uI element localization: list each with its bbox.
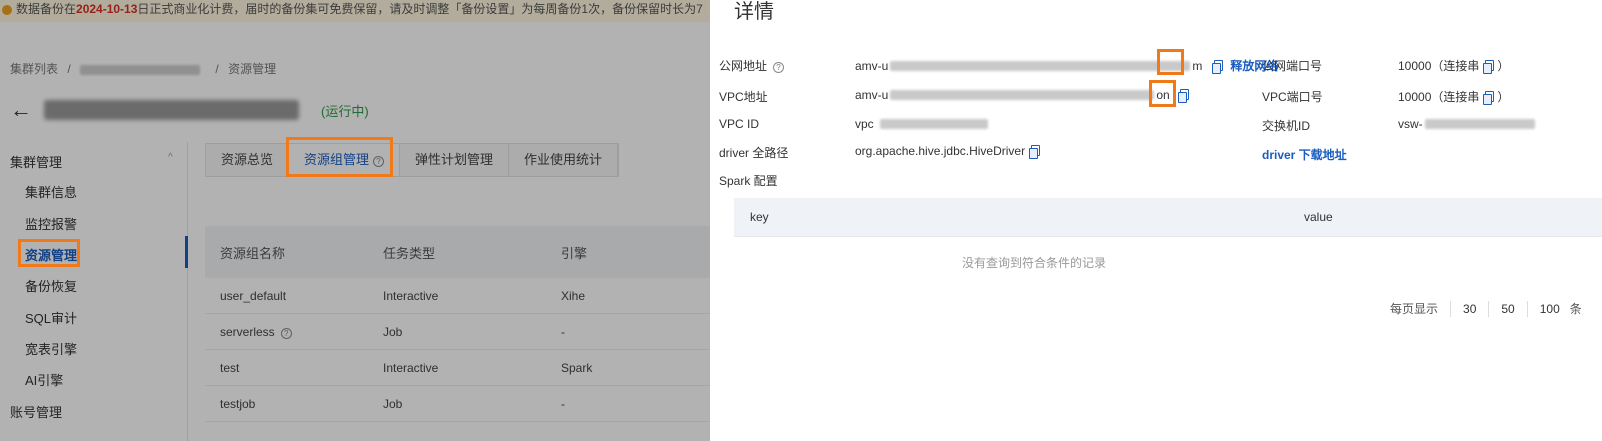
public-address-label: 公网地址? [719,57,785,74]
copy-icon[interactable] [1177,89,1189,103]
driver-path-label: driver 全路径 [719,146,789,160]
highlight-box-sidebar [18,239,80,267]
empty-state: 没有查询到符合条件的记录 [734,236,1602,288]
public-port-label: 公网端口号 [1262,59,1323,73]
public-port-value: 10000（连接串 ） [1398,57,1509,74]
copy-icon[interactable] [1483,59,1495,74]
driver-class: org.apache.hive.jdbc.HiveDriver [855,144,1026,158]
page-size-unit: 条 [1569,302,1582,316]
address-prefix: amv-u [855,88,889,102]
label-text: 公网地址 [719,59,768,73]
page-size-50[interactable]: 50 [1501,302,1514,316]
modal-overlay[interactable] [0,0,710,441]
background-page: 数据备份在2024-10-13日正式商业化计费，届时的备份集可免费保留，请及时调… [0,0,710,441]
port-text: 10000（连接串 [1398,90,1480,104]
vswitch-id-value: vsw- [1398,117,1537,131]
divider [1526,300,1528,317]
copy-icon[interactable] [1029,145,1041,159]
highlight-box-public-copy [1157,49,1184,75]
spark-config-label: Spark 配置 [719,174,778,188]
vpc-id-value: vpc [855,117,990,131]
driver-download-link[interactable]: driver 下载地址 [1262,146,1347,163]
vpc-address-value: amv-u on [855,88,1189,103]
copy-icon[interactable] [1483,90,1495,105]
help-icon[interactable]: ? [773,62,785,73]
highlight-box-vpc-copy [1149,80,1176,107]
table-header: key value [734,198,1602,236]
address-redacted [890,60,1191,71]
column-header-key: key [750,210,769,224]
vpc-port-label: VPC端口号 [1262,90,1323,104]
vswitch-id-label: 交换机ID [1262,119,1311,133]
page-size-100[interactable]: 100 [1540,302,1560,316]
address-redacted [890,90,1155,100]
driver-path-value: org.apache.hive.jdbc.HiveDriver [855,144,1041,159]
port-close: ） [1497,90,1510,104]
vswitch-prefix: vsw- [1398,117,1423,131]
vpc-address-label: VPC地址 [719,90,768,104]
pagination-size: 每页显示 30 50 100 条 [1390,300,1582,317]
spark-config-table: key value 没有查询到符合条件的记录 [734,198,1602,288]
page-size-30[interactable]: 30 [1463,302,1476,316]
address-prefix: amv-u [855,58,889,73]
public-address-value: amv-u m 释放网络 [855,57,1278,74]
divider [1488,300,1490,317]
port-close: ） [1497,59,1510,73]
column-header-value: value [1304,210,1333,224]
vpc-id-label: VPC ID [719,117,760,131]
highlight-box-tab [286,137,393,177]
address-suffix: m [1192,58,1203,73]
vswitch-redacted [1424,119,1535,129]
vpc-id-redacted [879,119,988,129]
detail-drawer: 详情 公网地址? amv-u m 释放网络 VPC地址 amv-u on VPC… [710,0,1602,441]
copy-icon[interactable] [1212,59,1224,74]
vpc-id-prefix: vpc [855,117,874,131]
port-text: 10000（连接串 [1398,59,1480,73]
divider [1450,300,1452,317]
vpc-port-value: 10000（连接串 ） [1398,88,1509,105]
page-size-label: 每页显示 [1390,302,1439,316]
drawer-title: 详情 [734,1,774,23]
